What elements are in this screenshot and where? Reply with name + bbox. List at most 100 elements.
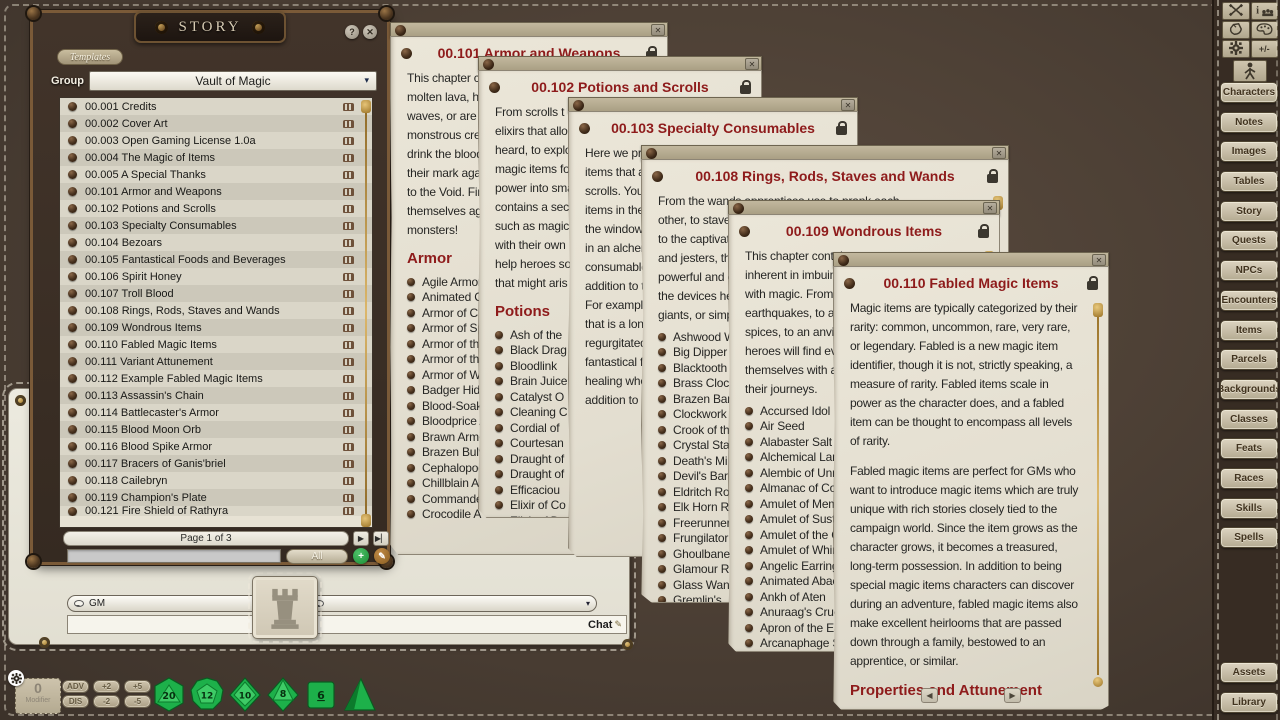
open-entry-book-icon[interactable] (343, 341, 354, 349)
close-button[interactable]: ✕ (651, 24, 665, 36)
sidebar-button-encounters[interactable]: Encounters (1220, 290, 1278, 311)
pin-icon[interactable] (579, 123, 590, 134)
window-titlebar[interactable]: ✕ (728, 200, 1000, 216)
open-entry-book-icon[interactable] (343, 426, 354, 434)
story-list-item[interactable]: 00.110 Fabled Magic Items (60, 336, 372, 353)
sidebar-button-library[interactable]: Library (1220, 692, 1278, 713)
open-entry-book-icon[interactable] (343, 477, 354, 485)
die-d4[interactable] (340, 676, 378, 714)
sidebar-button-backgrounds[interactable]: Backgrounds (1220, 379, 1278, 400)
open-entry-book-icon[interactable] (343, 443, 354, 451)
roll-button-minus2[interactable]: -2 (93, 695, 120, 708)
story-list-item[interactable]: 00.105 Fantastical Foods and Beverages (60, 251, 372, 268)
story-list-item[interactable]: 00.107 Troll Blood (60, 285, 372, 302)
story-list-item[interactable]: 00.002 Cover Art (60, 115, 372, 132)
sidebar-button-characters[interactable]: Characters (1220, 82, 1278, 103)
die-d10[interactable]: 10 (226, 676, 264, 714)
story-list-item[interactable]: 00.118 Cailebryn (60, 472, 372, 489)
sidebar-button-skills[interactable]: Skills (1220, 498, 1278, 519)
window-titlebar[interactable]: ✕ (390, 22, 668, 38)
sidebar-button-notes[interactable]: Notes (1220, 112, 1278, 133)
pin-icon[interactable] (489, 82, 500, 93)
open-entry-book-icon[interactable] (343, 171, 354, 179)
plus-minus-button[interactable]: +/- (1251, 40, 1279, 58)
group-select[interactable]: Vault of Magic ▾ (89, 71, 377, 91)
window-titlebar[interactable]: ✕ (568, 97, 858, 113)
story-list-item[interactable]: 00.103 Specialty Consumables (60, 217, 372, 234)
window-titlebar[interactable]: ✕ (641, 145, 1009, 161)
add-entry-button[interactable]: + (353, 548, 369, 564)
chat-entry-field[interactable]: Chat ✎ (67, 615, 627, 634)
window-titlebar[interactable]: ✕ (833, 252, 1109, 268)
lock-icon[interactable] (1087, 281, 1098, 290)
sidebar-button-images[interactable]: Images (1220, 141, 1278, 162)
close-button[interactable]: ✕ (363, 25, 377, 39)
edit-list-button[interactable]: ✎ (374, 548, 390, 564)
sidebar-button-classes[interactable]: Classes (1220, 409, 1278, 430)
story-list-item[interactable]: 00.005 A Special Thanks (60, 166, 372, 183)
story-list-item[interactable]: 00.115 Blood Moon Orb (60, 421, 372, 438)
chat-identity-dropdown[interactable]: GM ▾ (67, 595, 263, 612)
sidebar-button-quests[interactable]: Quests (1220, 230, 1278, 251)
templates-button[interactable]: Templates (57, 49, 123, 65)
open-entry-book-icon[interactable] (343, 494, 354, 502)
sidebar-button-assets[interactable]: Assets (1220, 662, 1278, 683)
story-list-item[interactable]: 00.111 Variant Attunement (60, 353, 372, 370)
roll-button-plus2[interactable]: +2 (93, 680, 120, 693)
die-d12[interactable]: 12 (188, 676, 226, 714)
open-entry-book-icon[interactable] (343, 375, 354, 383)
story-list-item[interactable]: 00.104 Bezoars (60, 234, 372, 251)
pouch-button[interactable] (1222, 21, 1250, 39)
open-entry-book-icon[interactable] (343, 239, 354, 247)
lock-icon[interactable] (836, 126, 847, 135)
story-list-item[interactable]: 00.113 Assassin's Chain (60, 387, 372, 404)
open-entry-book-icon[interactable] (343, 409, 354, 417)
open-entry-book-icon[interactable] (343, 507, 354, 515)
gear-button[interactable] (1222, 40, 1250, 58)
sidebar-button-story[interactable]: Story (1220, 201, 1278, 222)
close-button[interactable]: ✕ (1092, 254, 1106, 266)
open-entry-book-icon[interactable] (343, 137, 354, 145)
story-list-item[interactable]: 00.003 Open Gaming License 1.0a (60, 132, 372, 149)
roll-button-plus5[interactable]: +5 (124, 680, 151, 693)
open-entry-book-icon[interactable] (343, 460, 354, 468)
chat-voice-dropdown[interactable]: ▾ (307, 595, 597, 612)
story-list-item[interactable]: 00.114 Battlecaster's Armor (60, 404, 372, 421)
open-entry-book-icon[interactable] (343, 120, 354, 128)
pin-icon[interactable] (739, 226, 750, 237)
open-entry-book-icon[interactable] (343, 188, 354, 196)
close-button[interactable]: ✕ (983, 202, 997, 214)
open-entry-book-icon[interactable] (343, 154, 354, 162)
window-title-plaque[interactable]: STORY (134, 11, 286, 43)
close-button[interactable]: ✕ (745, 58, 759, 70)
pin-icon[interactable] (652, 171, 663, 182)
open-entry-book-icon[interactable] (343, 290, 354, 298)
palette-button[interactable] (1251, 21, 1279, 39)
close-button[interactable]: ✕ (992, 147, 1006, 159)
open-entry-book-icon[interactable] (343, 358, 354, 366)
character-select-button[interactable] (1233, 60, 1267, 82)
roll-button-dis[interactable]: DIS (62, 695, 89, 708)
sidebar-button-spells[interactable]: Spells (1220, 527, 1278, 548)
die-d6[interactable]: 6 (302, 676, 340, 714)
story-list-item[interactable]: 00.004 The Magic of Items (60, 149, 372, 166)
sidebar-button-tables[interactable]: Tables (1220, 171, 1278, 192)
open-entry-book-icon[interactable] (343, 307, 354, 315)
pin-icon[interactable] (401, 48, 412, 59)
party-info-button[interactable]: i (1251, 2, 1279, 20)
dice-tower-button[interactable] (252, 576, 318, 639)
window-scrollbar[interactable] (1097, 315, 1099, 675)
close-button[interactable]: ✕ (841, 99, 855, 111)
story-list-item[interactable]: 00.117 Bracers of Ganis'briel (60, 455, 372, 472)
sidebar-button-npcs[interactable]: NPCs (1220, 260, 1278, 281)
open-entry-book-icon[interactable] (343, 205, 354, 213)
die-d8[interactable]: 8 (264, 676, 302, 714)
open-entry-book-icon[interactable] (343, 256, 354, 264)
sidebar-button-races[interactable]: Races (1220, 468, 1278, 489)
story-list-item[interactable]: 00.001 Credits (60, 98, 372, 115)
open-entry-book-icon[interactable] (343, 392, 354, 400)
story-list-item[interactable]: 00.112 Example Fabled Magic Items (60, 370, 372, 387)
story-list-item[interactable]: 00.116 Blood Spike Armor (60, 438, 372, 455)
last-page-button[interactable]: ▶▏ (373, 531, 389, 546)
story-list-item[interactable]: 00.108 Rings, Rods, Staves and Wands (60, 302, 372, 319)
